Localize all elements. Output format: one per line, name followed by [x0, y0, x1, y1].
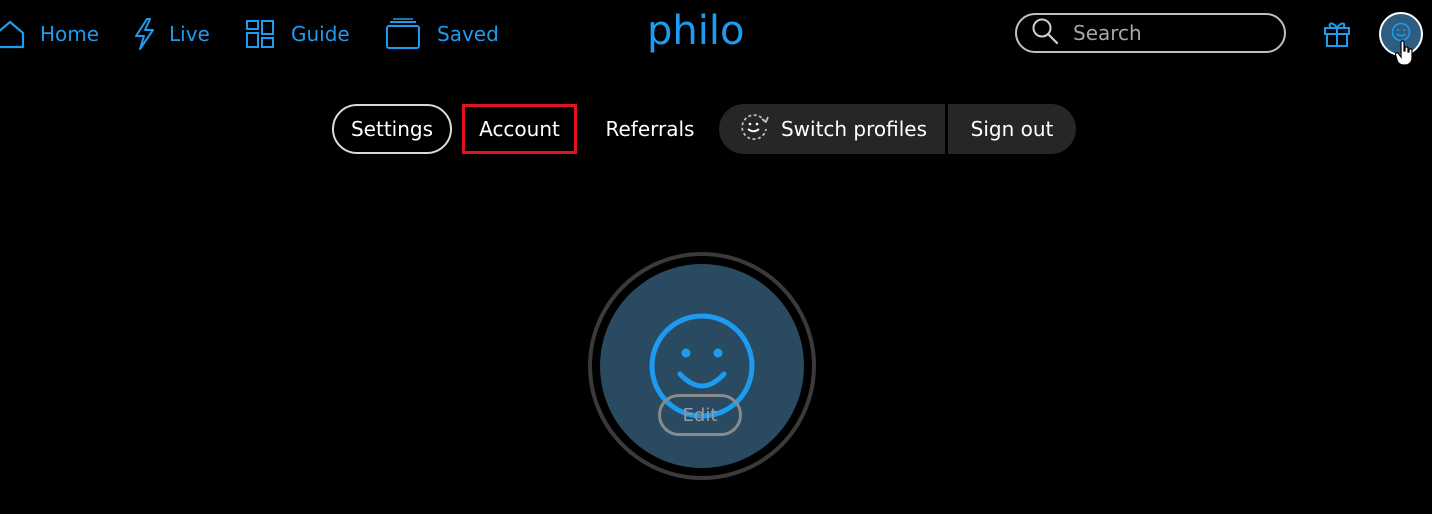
home-icon: [0, 18, 26, 50]
saved-icon: [385, 18, 421, 50]
nav-live[interactable]: Live: [131, 14, 210, 54]
search-icon: [1031, 17, 1059, 49]
nav-guide-label: Guide: [291, 22, 350, 46]
edit-avatar-button[interactable]: Edit: [658, 394, 742, 436]
search-box[interactable]: [1015, 13, 1286, 53]
search-input[interactable]: [1071, 20, 1275, 46]
sign-out-button[interactable]: Sign out: [948, 104, 1076, 154]
hand-cursor-icon: [1394, 40, 1415, 70]
philo-logo[interactable]: philo: [647, 8, 744, 54]
nav-saved-label: Saved: [437, 22, 499, 46]
nav-saved[interactable]: Saved: [385, 14, 499, 54]
avatar-circle: Edit: [600, 264, 804, 468]
switch-profiles-label: Switch profiles: [780, 117, 928, 141]
profile-avatar[interactable]: Edit: [588, 252, 816, 480]
page: Home Live Guide Saved philo Search Setti…: [0, 0, 1432, 514]
referrals-tab[interactable]: Referrals: [594, 104, 706, 154]
nav-guide[interactable]: Guide: [245, 14, 350, 54]
settings-tab[interactable]: Settings: [332, 104, 452, 154]
nav-home[interactable]: Home: [0, 14, 99, 54]
nav-live-label: Live: [169, 22, 210, 46]
top-nav: Home Live Guide Saved philo Search: [0, 0, 1432, 70]
profile-actions: Switch profiles Sign out: [719, 104, 1076, 154]
switch-profiles-button[interactable]: Switch profiles: [719, 104, 945, 154]
lightning-icon: [131, 17, 157, 51]
grid-icon: [245, 19, 275, 49]
nav-home-label: Home: [40, 22, 100, 46]
switch-profiles-icon: [737, 110, 781, 149]
gift-icon[interactable]: [1322, 18, 1352, 52]
account-tab[interactable]: Account: [462, 104, 577, 154]
